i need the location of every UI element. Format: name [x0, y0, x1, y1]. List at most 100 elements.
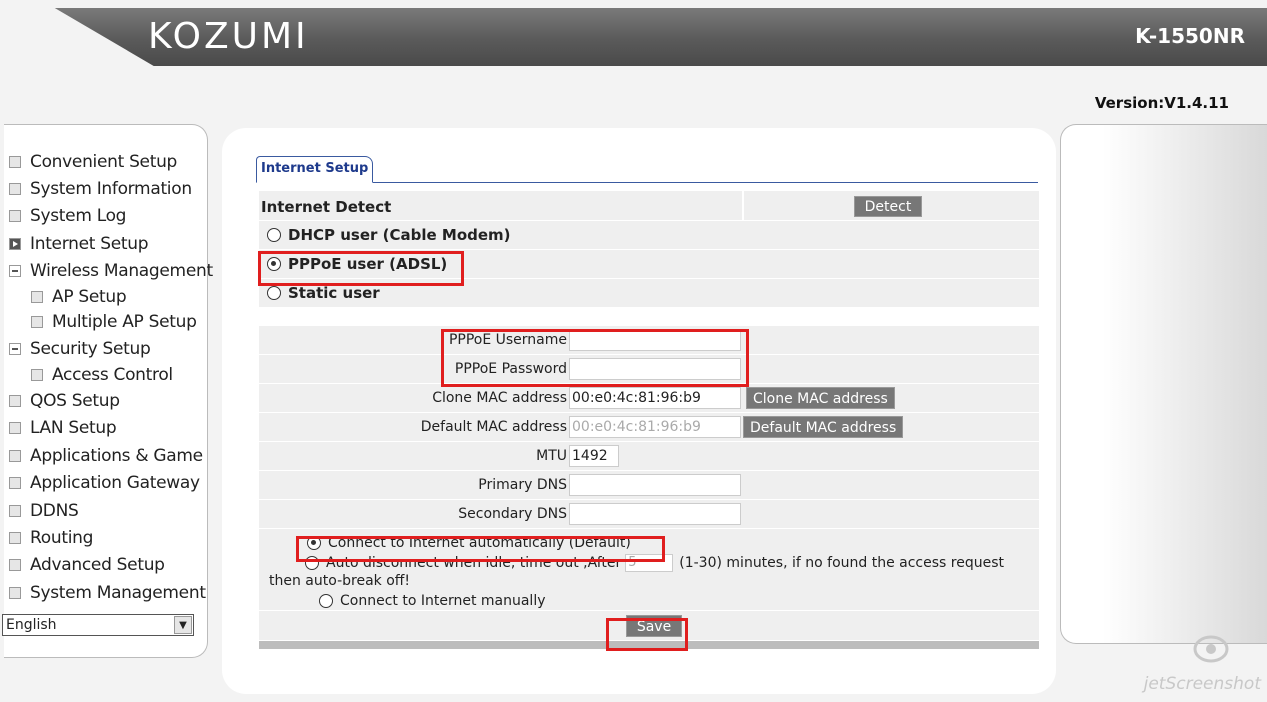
sidebar-item-label: Routing: [30, 527, 94, 548]
auto-disconnect-radio[interactable]: [305, 556, 319, 570]
save-row: Save: [259, 611, 1039, 641]
mode-pppoe-row[interactable]: PPPoE user (ADSL): [259, 250, 1039, 279]
sidebar-item-label: DDNS: [30, 500, 79, 521]
pppoe-username-input[interactable]: [569, 329, 741, 351]
square-icon: [9, 155, 21, 168]
sidebar-item-internet-setup[interactable]: Internet Setup: [4, 230, 214, 257]
square-icon: [31, 368, 43, 381]
square-icon: [9, 586, 21, 599]
sidebar-item-label: Convenient Setup: [30, 151, 178, 172]
secondary-dns-row: Secondary DNS: [259, 500, 1039, 529]
sidebar-item-label: AP Setup: [52, 287, 127, 308]
secondary-dns-input[interactable]: [569, 503, 741, 525]
default-mac-label: Default MAC address: [420, 419, 567, 435]
form-footer-bar: [259, 641, 1039, 649]
mode-pppoe-radio[interactable]: [267, 257, 281, 271]
pppoe-password-row: PPPoE Password: [259, 355, 1039, 384]
sidebar-item-label: LAN Setup: [30, 418, 117, 439]
connect-manual-radio[interactable]: [319, 594, 333, 608]
square-icon: [9, 395, 21, 408]
sidebar-item-applications-game[interactable]: Applications & Game: [4, 442, 214, 469]
auto-break-text: then auto-break off!: [269, 573, 411, 589]
sidebar-item-ddns[interactable]: DDNS: [4, 497, 214, 524]
sidebar-item-wireless-management[interactable]: Wireless Management: [4, 258, 214, 285]
sidebar-item-system-log[interactable]: System Log: [4, 203, 214, 230]
connect-auto-option[interactable]: Connect to Internet automatically (Defau…: [259, 533, 1039, 553]
sidebar-item-application-gateway[interactable]: Application Gateway: [4, 470, 214, 497]
mode-pppoe-label: PPPoE user (ADSL): [288, 255, 448, 273]
square-icon: [9, 449, 21, 462]
connect-manual-option[interactable]: Connect to Internet manually: [259, 591, 1039, 611]
mode-static-row[interactable]: Static user: [259, 279, 1039, 308]
sidebar-item-qos-setup[interactable]: QOS Setup: [4, 387, 214, 414]
default-mac-row: Default MAC address 00:e0:4c:81:96:b9 De…: [259, 413, 1039, 442]
primary-dns-row: Primary DNS: [259, 471, 1039, 500]
square-icon: [9, 531, 21, 544]
brand-logo: KOZUMI: [148, 16, 309, 57]
sidebar-item-lan-setup[interactable]: LAN Setup: [4, 415, 214, 442]
sidebar-item-label: Application Gateway: [30, 473, 200, 494]
internet-detect-row: Internet Detect Detect: [259, 191, 1039, 221]
mode-static-radio[interactable]: [267, 286, 281, 300]
pppoe-username-label: PPPoE Username: [448, 332, 567, 348]
sidebar-item-security-setup[interactable]: Security Setup: [4, 335, 214, 362]
square-icon: [9, 210, 21, 223]
sidebar-nav: Convenient Setup System Information System…: [4, 148, 214, 606]
default-mac-button[interactable]: Default MAC address: [743, 416, 904, 438]
main-panel: Internet Setup Internet Detect Detect DH…: [222, 128, 1056, 694]
pppoe-password-input[interactable]: [569, 358, 741, 380]
sidebar-item-ap-setup[interactable]: AP Setup: [4, 285, 214, 310]
right-panel: [1060, 124, 1267, 644]
sidebar-item-convenient-setup[interactable]: Convenient Setup: [4, 148, 214, 175]
square-icon: [9, 183, 21, 196]
primary-dns-input[interactable]: [569, 474, 741, 496]
sidebar-item-system-information[interactable]: System Information: [4, 175, 214, 202]
sidebar-item-label: QOS Setup: [30, 391, 120, 412]
sidebar-item-label: Security Setup: [30, 338, 151, 359]
auto-disconnect-label: Auto disconnect when idle, time out ,Aft…: [326, 555, 622, 571]
clone-mac-button[interactable]: Clone MAC address: [746, 387, 895, 409]
internet-detect-label: Internet Detect: [259, 191, 744, 220]
sidebar-item-label: Wireless Management: [30, 261, 213, 282]
auto-disconnect-option[interactable]: Auto disconnect when idle, time out ,Aft…: [259, 553, 1039, 573]
mtu-row: MTU 1492: [259, 442, 1039, 471]
arrow-icon: [9, 237, 21, 250]
square-icon: [9, 422, 21, 435]
connect-manual-label: Connect to Internet manually: [340, 593, 546, 609]
sidebar-item-system-management[interactable]: System Management: [4, 579, 214, 606]
clone-mac-row: Clone MAC address 00:e0:4c:81:96:b9 Clon…: [259, 384, 1039, 413]
secondary-dns-label: Secondary DNS: [458, 506, 567, 522]
square-icon: [9, 559, 21, 572]
pppoe-password-label: PPPoE Password: [454, 361, 567, 377]
sidebar-item-label: System Management: [30, 582, 206, 603]
mode-dhcp-radio[interactable]: [267, 228, 281, 242]
idle-timeout-input[interactable]: 5: [625, 554, 674, 572]
square-icon: [9, 477, 21, 490]
header: KOZUMI K-1550NR: [0, 0, 1267, 82]
detect-button[interactable]: Detect: [854, 196, 922, 217]
mode-dhcp-row[interactable]: DHCP user (Cable Modem): [259, 221, 1039, 250]
sidebar-item-label: Internet Setup: [30, 233, 149, 254]
chevron-down-icon[interactable]: ▼: [174, 616, 192, 634]
sidebar-item-access-control[interactable]: Access Control: [4, 362, 214, 387]
sidebar-item-label: System Log: [30, 206, 127, 227]
tab-internet-setup[interactable]: Internet Setup: [256, 156, 374, 183]
mtu-label: MTU: [536, 448, 567, 464]
internet-setup-form: Internet Detect Detect DHCP user (Cable …: [259, 191, 1039, 649]
watermark-text: jetScreenshot: [1143, 674, 1261, 694]
clone-mac-input[interactable]: 00:e0:4c:81:96:b9: [569, 387, 741, 409]
sidebar-item-label: Access Control: [52, 364, 173, 385]
sidebar-item-routing[interactable]: Routing: [4, 524, 214, 551]
camera-lens-icon: [1193, 635, 1229, 663]
connect-auto-radio[interactable]: [307, 536, 321, 550]
mtu-input[interactable]: 1492: [569, 445, 619, 467]
sidebar-item-label: Applications & Game: [30, 445, 203, 466]
language-select[interactable]: English ▼: [2, 614, 194, 636]
square-icon: [9, 504, 21, 517]
sidebar-item-advanced-setup[interactable]: Advanced Setup: [4, 552, 214, 579]
save-button[interactable]: Save: [626, 615, 682, 637]
default-mac-input[interactable]: 00:e0:4c:81:96:b9: [569, 416, 741, 438]
language-select-value: English: [6, 617, 57, 633]
idle-timeout-hint: (1-30) minutes, if no found the access r…: [679, 555, 1004, 571]
sidebar-item-multiple-ap-setup[interactable]: Multiple AP Setup: [4, 310, 214, 335]
